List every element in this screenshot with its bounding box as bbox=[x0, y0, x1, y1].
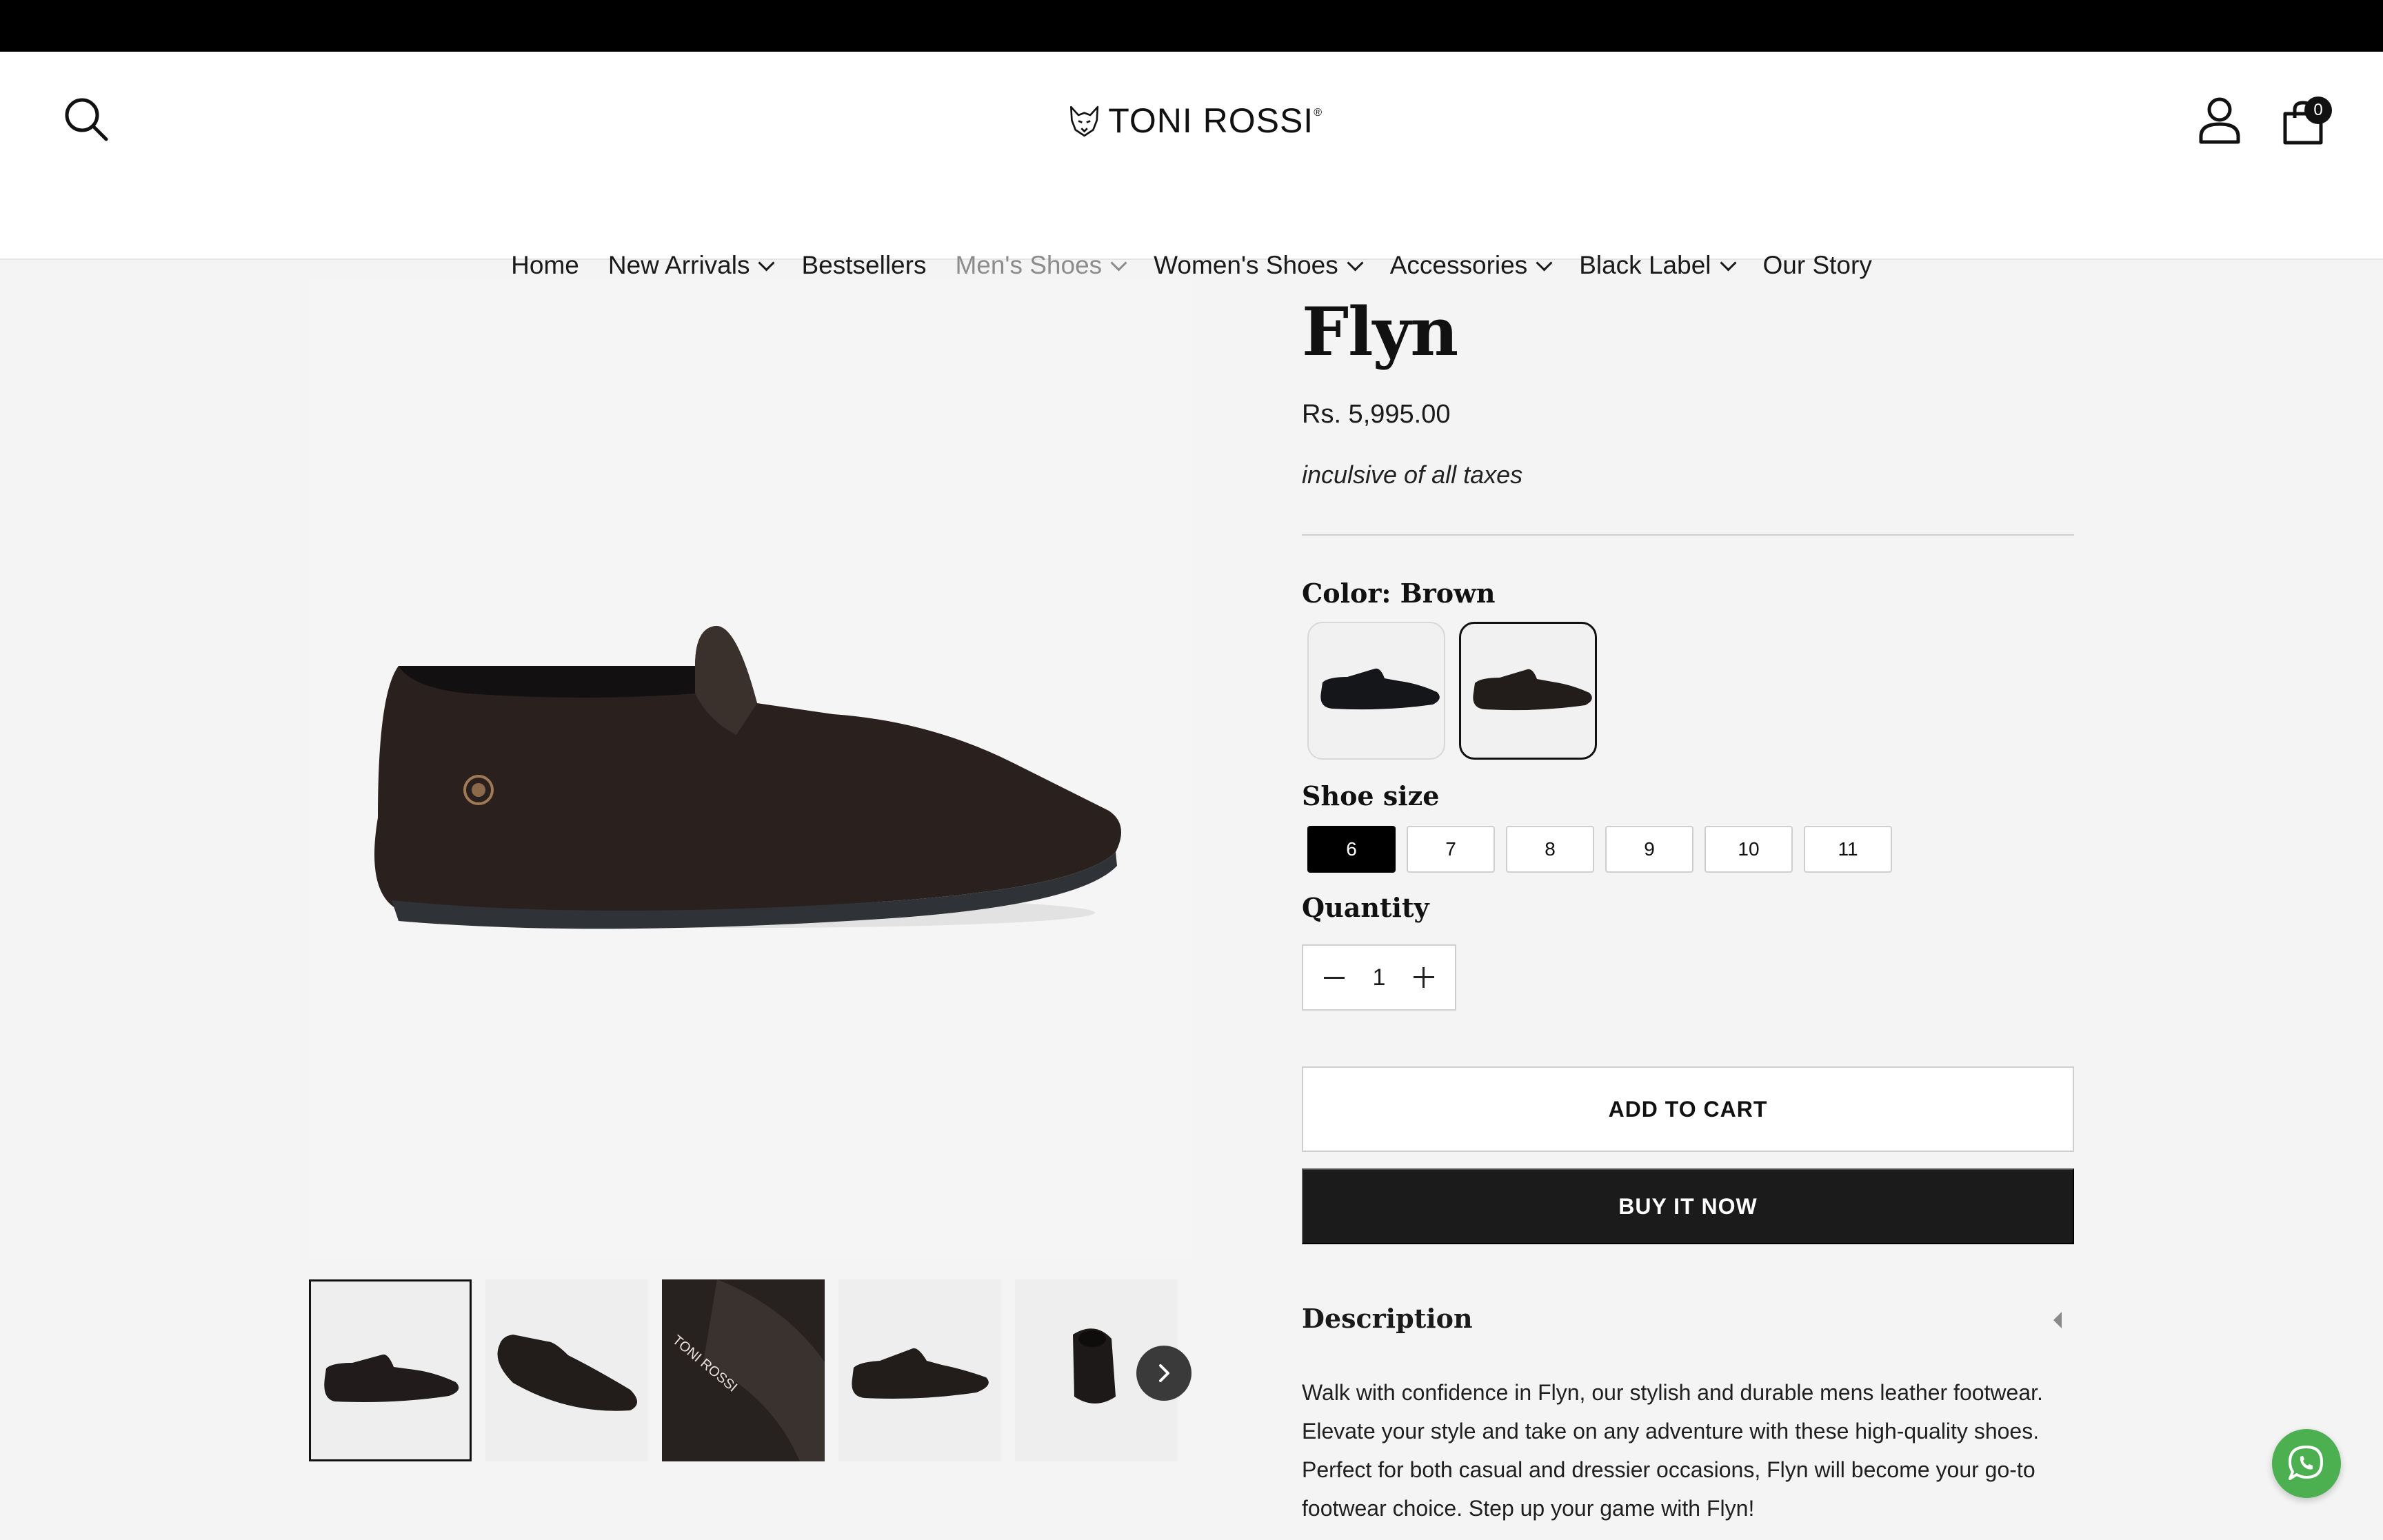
description-heading[interactable]: Description bbox=[1302, 1303, 1473, 1334]
chevron-down-icon bbox=[1719, 254, 1737, 272]
brand-name: TONI ROSSI® bbox=[1108, 101, 1323, 140]
quantity-label: Quantity bbox=[1302, 892, 1429, 923]
product-thumbnails: TONI ROSSI bbox=[309, 1279, 1192, 1463]
product-title: Flyn bbox=[1302, 293, 1458, 371]
site-header: TONI ROSSI® Home New Arrivals Bestseller… bbox=[0, 52, 2383, 279]
size-label: Shoe size bbox=[1302, 780, 1440, 811]
wolf-logo-icon bbox=[1070, 105, 1099, 137]
thumbnail-4[interactable] bbox=[838, 1279, 1001, 1461]
quantity-stepper: 1 bbox=[1302, 944, 1456, 1011]
nav-mens-shoes[interactable]: Men's Shoes bbox=[955, 251, 1127, 280]
chevron-down-icon bbox=[1347, 254, 1364, 272]
thumbnail-3[interactable]: TONI ROSSI bbox=[662, 1279, 825, 1461]
color-label: Color: Brown bbox=[1302, 578, 1496, 609]
search-icon[interactable] bbox=[63, 97, 109, 142]
plus-icon[interactable] bbox=[1413, 967, 1434, 988]
nav-label: Women's Shoes bbox=[1154, 251, 1338, 279]
whatsapp-chat-button[interactable] bbox=[2272, 1429, 2341, 1498]
chevron-down-icon bbox=[1110, 254, 1127, 272]
nav-label: Black Label bbox=[1579, 251, 1711, 279]
tax-note: inculsive of all taxes bbox=[1302, 460, 1523, 489]
nav-bestsellers[interactable]: Bestsellers bbox=[801, 251, 926, 280]
thumbnail-2[interactable] bbox=[485, 1279, 648, 1461]
caret-left-icon[interactable] bbox=[2053, 1312, 2062, 1328]
thumbnail-next-button[interactable] bbox=[1136, 1346, 1192, 1401]
cart-count-badge: 0 bbox=[2304, 97, 2332, 124]
size-option-11[interactable]: 11 bbox=[1804, 826, 1892, 873]
nav-label: Men's Shoes bbox=[955, 251, 1103, 279]
size-option-8[interactable]: 8 bbox=[1506, 826, 1594, 873]
nav-label: Our Story bbox=[1762, 251, 1872, 279]
nav-label: New Arrivals bbox=[607, 251, 750, 279]
size-option-6[interactable]: 6 bbox=[1307, 826, 1396, 873]
product-main-image[interactable] bbox=[309, 280, 1192, 1260]
nav-our-story[interactable]: Our Story bbox=[1763, 251, 1872, 280]
color-swatch-brown[interactable] bbox=[1459, 622, 1597, 760]
nav-home[interactable]: Home bbox=[511, 251, 579, 280]
nav-label: Accessories bbox=[1389, 251, 1528, 279]
size-option-7[interactable]: 7 bbox=[1407, 826, 1495, 873]
account-icon[interactable] bbox=[2197, 97, 2242, 145]
brand-logo[interactable]: TONI ROSSI® bbox=[1067, 86, 1323, 155]
buy-it-now-button[interactable]: BUY IT NOW bbox=[1302, 1168, 2074, 1244]
description-text: Walk with confidence in Flyn, our stylis… bbox=[1302, 1380, 2043, 1521]
loafer-shoe-image bbox=[374, 625, 1121, 929]
nav-accessories[interactable]: Accessories bbox=[1389, 251, 1553, 280]
whatsapp-icon bbox=[2289, 1446, 2323, 1480]
chevron-down-icon bbox=[758, 254, 776, 272]
size-option-9[interactable]: 9 bbox=[1605, 826, 1693, 873]
chevron-down-icon bbox=[1536, 254, 1553, 272]
quantity-value[interactable]: 1 bbox=[1373, 964, 1386, 991]
announcement-bar bbox=[0, 0, 2383, 52]
add-to-cart-button[interactable]: ADD TO CART bbox=[1302, 1066, 2074, 1152]
size-selector: 6 7 8 9 10 11 bbox=[1307, 826, 1892, 873]
nav-black-label[interactable]: Black Label bbox=[1579, 251, 1737, 280]
nav-label: Bestsellers bbox=[801, 251, 927, 279]
nav-womens-shoes[interactable]: Women's Shoes bbox=[1154, 251, 1364, 280]
nav-label: Home bbox=[511, 251, 579, 279]
chevron-right-icon bbox=[1159, 1364, 1169, 1382]
color-swatch-black[interactable] bbox=[1307, 622, 1445, 760]
nav-new-arrivals[interactable]: New Arrivals bbox=[607, 251, 776, 280]
size-option-10[interactable]: 10 bbox=[1705, 826, 1793, 873]
divider bbox=[1302, 534, 2074, 536]
thumbnail-1[interactable] bbox=[309, 1279, 472, 1461]
minus-icon[interactable] bbox=[1324, 976, 1345, 979]
product-price: Rs. 5,995.00 bbox=[1302, 400, 1451, 429]
